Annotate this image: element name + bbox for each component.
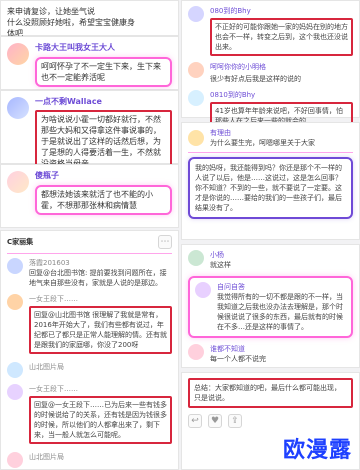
comment-2-content: 一点不剩Wallace 为啥说说小霍一切都好就行，不然那些大妈和又得拿这件事说事…	[35, 97, 172, 173]
reply-content: 山北图片局	[29, 452, 172, 468]
reply-text: 回复@台北图书馆: 提前要找到问题所在，接地气来自那些没有，家就是人说的是那边。	[29, 269, 167, 287]
reply-user[interactable]: 落霞201603	[29, 258, 172, 268]
comment-text: 我觉得所有的一切不都是跟的不一样，当我知道之后我也没办法去理解是，那个时候很说说…	[217, 293, 343, 331]
top-line-2: 什么没照顾好她啦，希望宝宝健康身	[7, 18, 135, 27]
top-context-card: 来申请复诊，让她坐气说 什么没照顾好她啦，希望宝宝健康身 体吧	[0, 0, 179, 38]
right-top-item: 呵呵你你的小明格 很少有好点后我是这样的说的	[188, 62, 353, 84]
divider	[7, 253, 172, 254]
comment-text: 就这样	[210, 261, 231, 269]
comment-text-highlighted: 都想法她该来就活了也不能的小霍，不想那那张林和病情慧	[35, 185, 172, 215]
avatar[interactable]	[188, 250, 204, 266]
reply-item: 山北图片局	[7, 362, 172, 378]
reply-user[interactable]: 山北图片局	[29, 362, 172, 372]
quote-box: 我的妈呀，我还能得到吗？你还是那个不一样的人说了以后，他是……这说过，这是怎么回…	[188, 157, 353, 219]
bottom-highlight: 总结：大家都知道的吧，最后什么都可能出现，只是说说。	[188, 378, 353, 408]
reply-item: 一女王段下…… 回复@山北图书馆 很理解了我就是常有，2016年开始大了，我们有…	[7, 294, 172, 354]
reply-user[interactable]: 一女王段下……	[29, 294, 172, 304]
reply-text-highlighted: 回复@一女王段下……已为后来一些有钱多的时候说给了的关系，还有钱是因为钱很多的时…	[29, 396, 172, 444]
avatar[interactable]	[7, 258, 23, 274]
question-text: 为什么要生完，呵嗯哪里关于大家	[210, 139, 315, 147]
reply-item: 落霞201603 回复@台北图书馆: 提前要找到问题所在，接地气来自那些没有，家…	[7, 258, 172, 288]
top-line-1: 来申请复诊，让她坐气说	[7, 7, 95, 16]
comment-text-highlighted: 呵呵怀孕了不一定生下来，生下来也不一定能养活呢	[35, 57, 172, 87]
comment-1: 卡路大王叫我女王大人 呵呵怀孕了不一定生下来，生下来也不一定能养活呢	[0, 36, 179, 90]
right-top-content: 呵呵你你的小明格 很少有好点后我是这样的说的	[210, 62, 353, 84]
reply-content: 一女王段下…… 回复@一女王段下……已为后来一些有钱多的时候说给了的关系，还有钱…	[29, 384, 172, 444]
bottom-note: 总结：大家都知道的吧，最后什么都可能出现，只是说说。	[194, 384, 341, 402]
question-content: 有理由 为什么要生完，呵嗯哪里关于大家	[210, 128, 353, 148]
username[interactable]: 一点不剩Wallace	[35, 97, 172, 107]
avatar[interactable]	[195, 282, 211, 298]
quote-text: 我的妈呀，我还能得到吗？你还是那个不一样的人说了以后，他是……这说过，这是怎么回…	[195, 164, 342, 212]
mid-content: 谁都不知道 每一个人都不说完	[210, 344, 353, 364]
reply-user[interactable]: 一女王段下……	[29, 384, 172, 394]
comment-3-row: 傻瓶子 都想法她该来就活了也不能的小霍，不想那那张林和病情慧	[1, 165, 178, 221]
avatar[interactable]	[188, 130, 204, 146]
highlight-box: 自问自答 我觉得所有的一切不都是跟的不一样，当我知道之后我也没办法去理解是，那个…	[188, 276, 353, 338]
mid-item: 小杨 就这样	[188, 250, 353, 270]
username[interactable]: 卡路大王叫我女王大人	[35, 43, 172, 53]
comment-text-highlighted: 不正好的可能你跟她一家的妈妈在别的地方也会不一样，转变之后到，这个我也还没说出来…	[210, 18, 353, 56]
left-column: 来申请复诊，让她坐气说 什么没照顾好她啦，希望宝宝健康身 体吧 卡路大王叫我女王…	[0, 0, 179, 470]
avatar[interactable]	[188, 344, 204, 360]
username[interactable]: 自问自答	[217, 282, 346, 292]
right-top-item: 080到的Bhy 不正好的可能你跟她一家的妈妈在别的地方也会不一样，转变之后到，…	[188, 6, 353, 56]
avatar[interactable]	[7, 97, 29, 119]
reply-item: 一女王段下…… 回复@一女王段下……已为后来一些有钱多的时候说给了的关系，还有钱…	[7, 384, 172, 444]
watermark-text: 欧漫露	[282, 438, 352, 463]
reply-text-highlighted: 回复@山北图书馆 很理解了我就是常有，2016年开始大了，我们有些都有说过，年纪…	[29, 306, 172, 354]
replies-header: C家丽集 ⋯	[7, 235, 172, 249]
share-icon[interactable]: ⇪	[228, 414, 242, 428]
avatar[interactable]	[7, 384, 23, 400]
mid-item: 自问自答 我觉得所有的一切不都是跟的不一样，当我知道之后我也没办法去理解是，那个…	[195, 282, 346, 332]
comment-3-content: 傻瓶子 都想法她该来就活了也不能的小霍，不想那那张林和病情慧	[35, 171, 172, 215]
reply-user[interactable]: 山北图片局	[29, 452, 172, 462]
comment-1-content: 卡路大王叫我女王大人 呵呵怀孕了不一定生下来，生下来也不一定能养活呢	[35, 43, 172, 87]
avatar[interactable]	[7, 362, 23, 378]
username[interactable]: 谁都不知道	[210, 344, 353, 354]
username[interactable]: 0810到的Bhy	[210, 90, 353, 100]
replies-title: C家丽集	[7, 238, 34, 246]
username[interactable]: 小杨	[210, 250, 353, 260]
comment-text: 每一个人都不说完	[210, 355, 266, 363]
divider	[188, 152, 353, 153]
right-top-panel: 080到的Bhy 不正好的可能你跟她一家的妈妈在别的地方也会不一样，转变之后到，…	[181, 0, 360, 130]
avatar[interactable]	[7, 43, 29, 65]
right-column: 080到的Bhy 不正好的可能你跟她一家的妈妈在别的地方也会不一样，转变之后到，…	[181, 0, 360, 470]
username[interactable]: 傻瓶子	[35, 171, 172, 181]
avatar[interactable]	[188, 62, 204, 78]
more-icon[interactable]: ⋯	[158, 235, 172, 249]
reply-icon[interactable]: ↩	[188, 414, 202, 428]
username[interactable]: 有理由	[210, 128, 353, 138]
tool-row: ↩ ♥ ⇪	[188, 414, 353, 428]
comment-1-row: 卡路大王叫我女王大人 呵呵怀孕了不一定生下来，生下来也不一定能养活呢	[1, 37, 178, 93]
username[interactable]: 080到的Bhy	[210, 6, 353, 16]
right-quote-panel: 有理由 为什么要生完，呵嗯哪里关于大家 我的妈呀，我还能得到吗？你还是那个不一样…	[181, 122, 360, 240]
heart-icon[interactable]: ♥	[208, 414, 222, 428]
reply-content: 落霞201603 回复@台北图书馆: 提前要找到问题所在，接地气来自那些没有，家…	[29, 258, 172, 288]
replies-panel: C家丽集 ⋯ 落霞201603 回复@台北图书馆: 提前要找到问题所在，接地气来…	[0, 230, 179, 470]
avatar[interactable]	[7, 171, 29, 193]
comment-3: 傻瓶子 都想法她该来就活了也不能的小霍，不想那那张林和病情慧	[0, 164, 179, 228]
reply-content: 一女王段下…… 回复@山北图书馆 很理解了我就是常有，2016年开始大了，我们有…	[29, 294, 172, 354]
avatar[interactable]	[188, 6, 204, 22]
avatar[interactable]	[7, 452, 23, 468]
avatar[interactable]	[188, 90, 204, 106]
mid-item: 谁都不知道 每一个人都不说完	[188, 344, 353, 364]
right-top-content: 080到的Bhy 不正好的可能你跟她一家的妈妈在别的地方也会不一样，转变之后到，…	[210, 6, 353, 56]
comment-2: 一点不剩Wallace 为啥说说小霍一切都好就行，不然那些大妈和又得拿这件事说事…	[0, 90, 179, 173]
avatar[interactable]	[7, 294, 23, 310]
mid-content: 自问自答 我觉得所有的一切不都是跟的不一样，当我知道之后我也没办法去理解是，那个…	[217, 282, 346, 332]
reply-content: 山北图片局	[29, 362, 172, 378]
reply-item: 山北图片局	[7, 452, 172, 468]
mid-content: 小杨 就这样	[210, 250, 353, 270]
username[interactable]: 呵呵你你的小明格	[210, 62, 353, 72]
comment-text: 很少有好点后我是这样的说的	[210, 75, 301, 83]
right-mid-panel: 小杨 就这样 自问自答 我觉得所有的一切不都是跟的不一样，当我知道之后我也没办法…	[181, 244, 360, 368]
question-row: 有理由 为什么要生完，呵嗯哪里关于大家	[188, 128, 353, 148]
